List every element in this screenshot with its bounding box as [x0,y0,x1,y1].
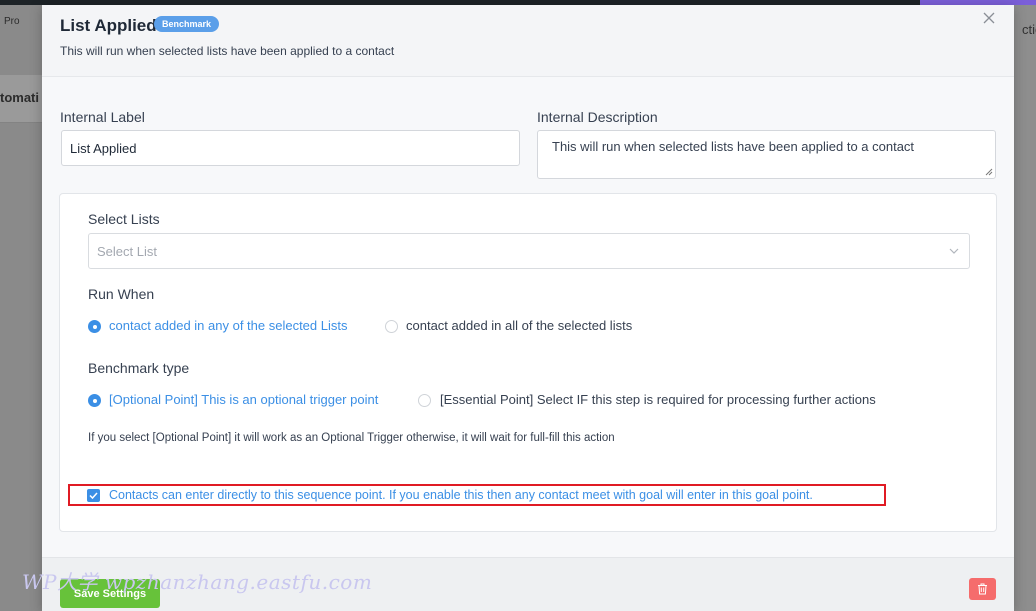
checkmark-icon [89,492,98,500]
bg-right-strip [1014,5,1036,611]
benchmark-modal: List Applied Benchmark This will run whe… [42,5,1014,611]
internal-description-textarea[interactable]: This will run when selected lists have b… [537,130,996,179]
delete-button[interactable] [969,578,996,600]
benchmark-badge: Benchmark [154,16,220,32]
internal-description-title: Internal Description [537,109,658,125]
select-lists-label: Select Lists [88,211,160,227]
benchmark-settings-card: Select Lists Select List Run When contac… [59,193,997,532]
bg-actions-label: ctions [1022,22,1036,37]
bg-automation-label: tomati [0,90,39,105]
run-when-label: Run When [88,286,155,302]
close-icon[interactable] [982,11,996,25]
modal-title: List Applied [60,16,157,35]
benchmark-type-label: Benchmark type [88,360,190,376]
bg-pro-label: Pro [4,16,20,27]
modal-header: List Applied Benchmark This will run whe… [42,5,1014,77]
chevron-down-icon [949,248,959,254]
direct-entry-checkbox[interactable] [87,489,100,502]
run-when-any-label[interactable]: contact added in any of the selected Lis… [109,318,348,333]
select-lists-dropdown[interactable]: Select List [88,233,970,269]
select-lists-placeholder: Select List [97,244,157,259]
optional-point-label[interactable]: [Optional Point] This is an optional tri… [109,392,378,407]
optional-point-radio[interactable] [88,394,101,407]
benchmark-type-help: If you select [Optional Point] it will w… [88,432,615,444]
direct-entry-label[interactable]: Contacts can enter directly to this sequ… [109,488,813,502]
essential-point-label[interactable]: [Essential Point] Select IF this step is… [440,392,876,407]
trash-icon [978,583,987,595]
essential-point-radio[interactable] [418,394,431,407]
internal-description-text: This will run when selected lists have b… [552,139,915,154]
modal-body: Internal Label Internal Description This… [42,77,1014,557]
internal-label-input[interactable] [61,130,520,166]
internal-label-title: Internal Label [60,109,145,125]
modal-subtitle: This will run when selected lists have b… [60,44,395,58]
resize-grip-icon[interactable] [985,168,993,176]
run-when-any-radio[interactable] [88,320,101,333]
run-when-all-label[interactable]: contact added in all of the selected lis… [406,318,632,333]
run-when-all-radio[interactable] [385,320,398,333]
watermark-text: WP大学 wpzhanzhang.eastfu.com [22,570,373,594]
